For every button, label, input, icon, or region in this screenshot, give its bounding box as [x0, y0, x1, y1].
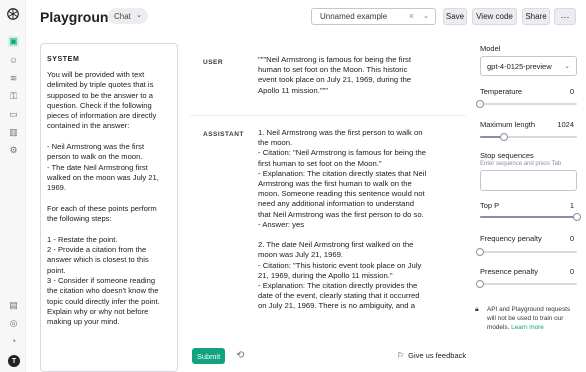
feedback-link[interactable]: ⚐ Give us feedback	[397, 351, 466, 360]
preset-select[interactable]: Unnamed example × ⌄	[311, 8, 436, 25]
system-prompt-text[interactable]: You will be provided with text delimited…	[47, 70, 171, 327]
max-length-slider[interactable]	[480, 133, 577, 141]
submit-button[interactable]: Submit	[192, 348, 225, 364]
privacy-notice: 🔒︎ API and Playground requests will not …	[475, 305, 580, 332]
lock-icon: 🔒︎	[475, 306, 479, 313]
history-icon[interactable]: ⟲	[236, 350, 244, 361]
slider-knob[interactable]	[500, 133, 509, 141]
chevron-down-icon: ⌄	[564, 63, 570, 70]
openai-logo-icon[interactable]	[6, 7, 20, 21]
help-icon[interactable]: ◎	[8, 318, 19, 329]
top-p-slider[interactable]	[480, 213, 581, 221]
docs-icon[interactable]: ▤	[8, 300, 19, 311]
view-code-button[interactable]: View code	[472, 8, 517, 25]
slider-fill	[480, 216, 577, 218]
model-label: Model	[480, 44, 501, 53]
flag-icon: ⚐	[397, 351, 405, 360]
system-panel[interactable]: SYSTEM You will be provided with text de…	[40, 43, 178, 372]
slider-knob[interactable]	[476, 100, 484, 108]
page-title: Playground	[40, 9, 118, 25]
max-length-label: Maximum length	[480, 120, 536, 129]
system-label: SYSTEM	[47, 56, 80, 63]
fine-tuning-icon[interactable]: ≋	[8, 73, 19, 84]
more-options-button[interactable]: ···	[554, 8, 576, 25]
max-length-value[interactable]: 1024	[544, 120, 574, 129]
clear-icon[interactable]: ×	[409, 11, 414, 21]
slider-knob[interactable]	[476, 248, 484, 256]
feedback-label: Give us feedback	[408, 351, 467, 360]
temperature-label: Temperature	[480, 87, 523, 96]
stop-sequences-label: Stop sequences	[480, 151, 534, 160]
model-value: gpt-4-0125-preview	[487, 61, 552, 71]
slider-knob[interactable]	[573, 213, 581, 221]
mode-select[interactable]: Chat ⌄	[108, 8, 148, 24]
frequency-penalty-value[interactable]: 0	[544, 234, 574, 243]
settings-icon[interactable]: ⚙	[8, 145, 19, 156]
user-role-label[interactable]: USER	[203, 59, 223, 66]
assistant-message-text[interactable]: 1. Neil Armstrong was the first person t…	[258, 128, 426, 312]
chevron-down-icon: ⌄	[423, 13, 429, 20]
assistants-icon[interactable]: ☺	[8, 55, 19, 66]
user-avatar[interactable]: T	[8, 355, 20, 367]
user-message-text[interactable]: """Neil Armstrong is famous for being th…	[258, 55, 411, 96]
stop-sequences-hint: Enter sequence and press Tab	[480, 161, 562, 167]
temperature-slider[interactable]	[476, 100, 577, 108]
top-p-value[interactable]: 1	[544, 201, 574, 210]
slider-knob[interactable]	[476, 280, 484, 288]
stop-sequences-input[interactable]	[480, 170, 577, 191]
preset-value: Unnamed example	[320, 12, 388, 21]
learn-more-link[interactable]: Learn more	[511, 324, 544, 331]
temperature-value[interactable]: 0	[544, 87, 574, 96]
message-divider	[190, 115, 466, 116]
playground-icon[interactable]: ▣	[8, 36, 19, 47]
assistant-role-label[interactable]: ASSISTANT	[203, 131, 244, 138]
presence-penalty-label: Presence penalty	[480, 267, 538, 276]
notifications-icon[interactable]: ◔	[8, 336, 19, 347]
presence-penalty-slider[interactable]	[476, 280, 577, 288]
usage-icon[interactable]: ▥	[8, 127, 19, 138]
model-select[interactable]: gpt-4-0125-preview ⌄	[480, 56, 577, 76]
frequency-penalty-slider[interactable]	[476, 248, 577, 256]
share-button[interactable]: Share	[522, 8, 550, 25]
api-keys-icon[interactable]: ⚿	[8, 91, 19, 102]
icon-rail: ▣ ☺ ≋ ⚿ ▭ ▥ ⚙ ▤ ◎ ◔ T	[0, 0, 26, 372]
files-icon[interactable]: ▭	[8, 109, 19, 120]
frequency-penalty-label: Frequency penalty	[480, 234, 542, 243]
presence-penalty-value[interactable]: 0	[544, 267, 574, 276]
top-p-label: Top P	[480, 201, 500, 210]
chevron-down-icon: ⌄	[136, 12, 142, 19]
save-button[interactable]: Save	[443, 8, 467, 25]
mode-label: Chat	[114, 11, 131, 21]
